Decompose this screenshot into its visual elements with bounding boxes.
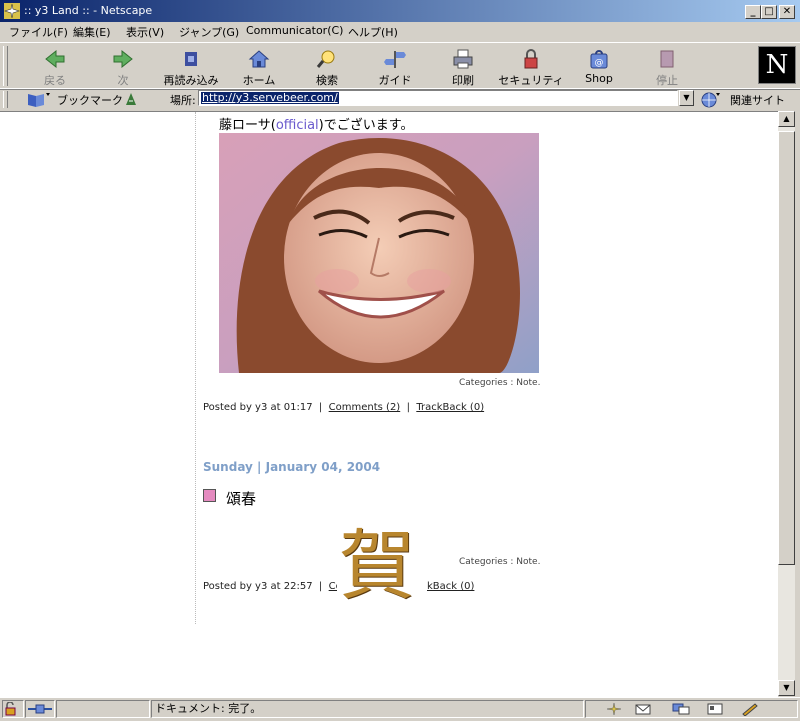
- connection-status-panel[interactable]: [25, 700, 55, 718]
- discussion-icon[interactable]: [672, 702, 690, 716]
- post-intro-text: 藤ローサ(official)でございます。: [219, 114, 413, 133]
- title-bullet-icon: [203, 489, 216, 502]
- url-input[interactable]: http://y3.servebeer.com/: [198, 90, 678, 106]
- close-button[interactable]: ✕: [779, 5, 795, 19]
- guide-button[interactable]: ガイド: [362, 47, 428, 87]
- online-plug-icon: [28, 704, 52, 714]
- stop-label: 停止: [656, 74, 678, 87]
- page-content: 藤ローサ(official)でございます。 Categories : Note.…: [0, 111, 778, 697]
- new-year-calligraphy-image: 賀: [337, 521, 419, 615]
- status-bar: [0, 697, 800, 721]
- post2-title: 頌春: [226, 490, 257, 508]
- menu-file[interactable]: ファイル(F): [9, 24, 68, 40]
- date-header: Sunday | January 04, 2004: [203, 460, 381, 474]
- minimize-button[interactable]: _: [745, 5, 761, 19]
- back-label: 戻る: [44, 74, 66, 87]
- bookmarks-label[interactable]: ブックマーク: [57, 92, 123, 108]
- menu-go[interactable]: ジャンプ(G): [179, 24, 239, 40]
- scroll-up-button[interactable]: ▲: [778, 111, 795, 127]
- print-button[interactable]: 印刷: [430, 47, 496, 87]
- vertical-scrollbar[interactable]: ▲ ▼: [778, 111, 795, 696]
- menu-edit[interactable]: 編集(E): [73, 24, 111, 40]
- post-photo: [219, 133, 539, 373]
- shop-button[interactable]: @ Shop: [566, 47, 632, 87]
- search-label: 検索: [316, 74, 338, 87]
- back-button[interactable]: 戻る: [22, 47, 88, 87]
- security-button[interactable]: セキュリティ: [498, 47, 564, 87]
- security-label: セキュリティ: [498, 74, 564, 87]
- shop-label: Shop: [585, 72, 613, 85]
- post1-posted-by: Posted by y3 at 01:17: [203, 402, 313, 413]
- navigation-toolbar: 戻る 次 再読み込み ホーム 検索 ガイド 印刷 セキュリティ @ Shop 停…: [0, 42, 800, 90]
- scroll-thumb[interactable]: [778, 131, 795, 565]
- post2-categories: Categories : Note.: [459, 557, 541, 567]
- post-intro-after: )でございます。: [318, 118, 414, 133]
- forward-arrow-icon: [113, 49, 133, 69]
- column-divider: [195, 112, 196, 624]
- printer-icon: [453, 49, 473, 69]
- post1-comments-link[interactable]: Comments (2): [329, 402, 401, 413]
- post1-meta: Posted by y3 at 01:17 | Comments (2) | T…: [203, 402, 485, 413]
- reload-icon: [185, 52, 197, 66]
- official-link[interactable]: official: [276, 118, 319, 133]
- forward-button[interactable]: 次: [90, 47, 156, 87]
- padlock-icon: [524, 49, 538, 69]
- home-button[interactable]: ホーム: [226, 47, 292, 87]
- post2-posted-by: Posted by y3 at 22:57: [203, 581, 313, 592]
- mail-icon[interactable]: [634, 702, 652, 716]
- stop-button[interactable]: 停止: [634, 47, 700, 87]
- navigator-icon[interactable]: [606, 702, 622, 716]
- search-button[interactable]: 検索: [294, 47, 360, 87]
- menu-bar: ファイル(F) 編集(E) 表示(V) ジャンプ(G) Communicator…: [0, 22, 800, 41]
- post2-meta: Posted by y3 at 22:57 | Co: [203, 581, 342, 592]
- post-intro-before: 藤ローサ(: [219, 118, 276, 133]
- scroll-down-button[interactable]: ▼: [778, 680, 795, 696]
- menu-view[interactable]: 表示(V): [126, 24, 164, 40]
- composer-icon[interactable]: [741, 702, 759, 716]
- status-text: ドキュメント: 完了。: [155, 702, 262, 715]
- page-proxy-icon[interactable]: [123, 91, 139, 108]
- security-status-panel[interactable]: [2, 700, 24, 718]
- menu-help[interactable]: ヘルプ(H): [348, 24, 398, 40]
- unlocked-icon: [5, 701, 16, 716]
- stop-icon: [660, 50, 674, 68]
- guide-icon: [384, 51, 406, 68]
- address-book-icon[interactable]: [706, 702, 724, 716]
- home-icon: [248, 50, 270, 68]
- post1-categories: Categories : Note.: [459, 378, 541, 388]
- reload-button[interactable]: 再読み込み: [158, 47, 224, 87]
- print-label: 印刷: [452, 74, 474, 87]
- progress-panel: [56, 700, 150, 718]
- search-icon: [316, 50, 335, 68]
- location-label: 場所:: [170, 94, 196, 107]
- guide-label: ガイド: [378, 74, 412, 87]
- location-grip[interactable]: [3, 91, 8, 108]
- netscape-logo[interactable]: N: [758, 46, 796, 84]
- calligraphy-char: 賀: [339, 521, 415, 610]
- post2-trackback-link[interactable]: kBack (0): [427, 581, 474, 592]
- toolbar-grip[interactable]: [3, 46, 8, 86]
- window-title: :: y3 Land :: - Netscape: [24, 4, 153, 17]
- forward-label: 次: [117, 74, 129, 87]
- maximize-button[interactable]: □: [761, 5, 777, 19]
- shop-icon: @: [590, 50, 608, 69]
- url-dropdown-button[interactable]: ▼: [679, 90, 694, 106]
- related-sites-label[interactable]: 関連サイト: [730, 92, 785, 108]
- back-arrow-icon: [45, 49, 65, 69]
- menu-communicator[interactable]: Communicator(C): [246, 24, 343, 37]
- related-sites-icon[interactable]: [700, 91, 720, 108]
- reload-label: 再読み込み: [163, 74, 219, 87]
- post1-trackback-link[interactable]: TrackBack (0): [416, 402, 484, 413]
- home-label: ホーム: [242, 74, 276, 87]
- title-bar[interactable]: :: y3 Land :: - Netscape _ □ ✕: [0, 0, 800, 22]
- bookmarks-icon[interactable]: [26, 91, 50, 108]
- url-text[interactable]: http://y3.servebeer.com/: [201, 92, 339, 104]
- svg-text:@: @: [595, 58, 604, 68]
- netscape-icon: [4, 3, 20, 19]
- component-bar: [585, 700, 798, 718]
